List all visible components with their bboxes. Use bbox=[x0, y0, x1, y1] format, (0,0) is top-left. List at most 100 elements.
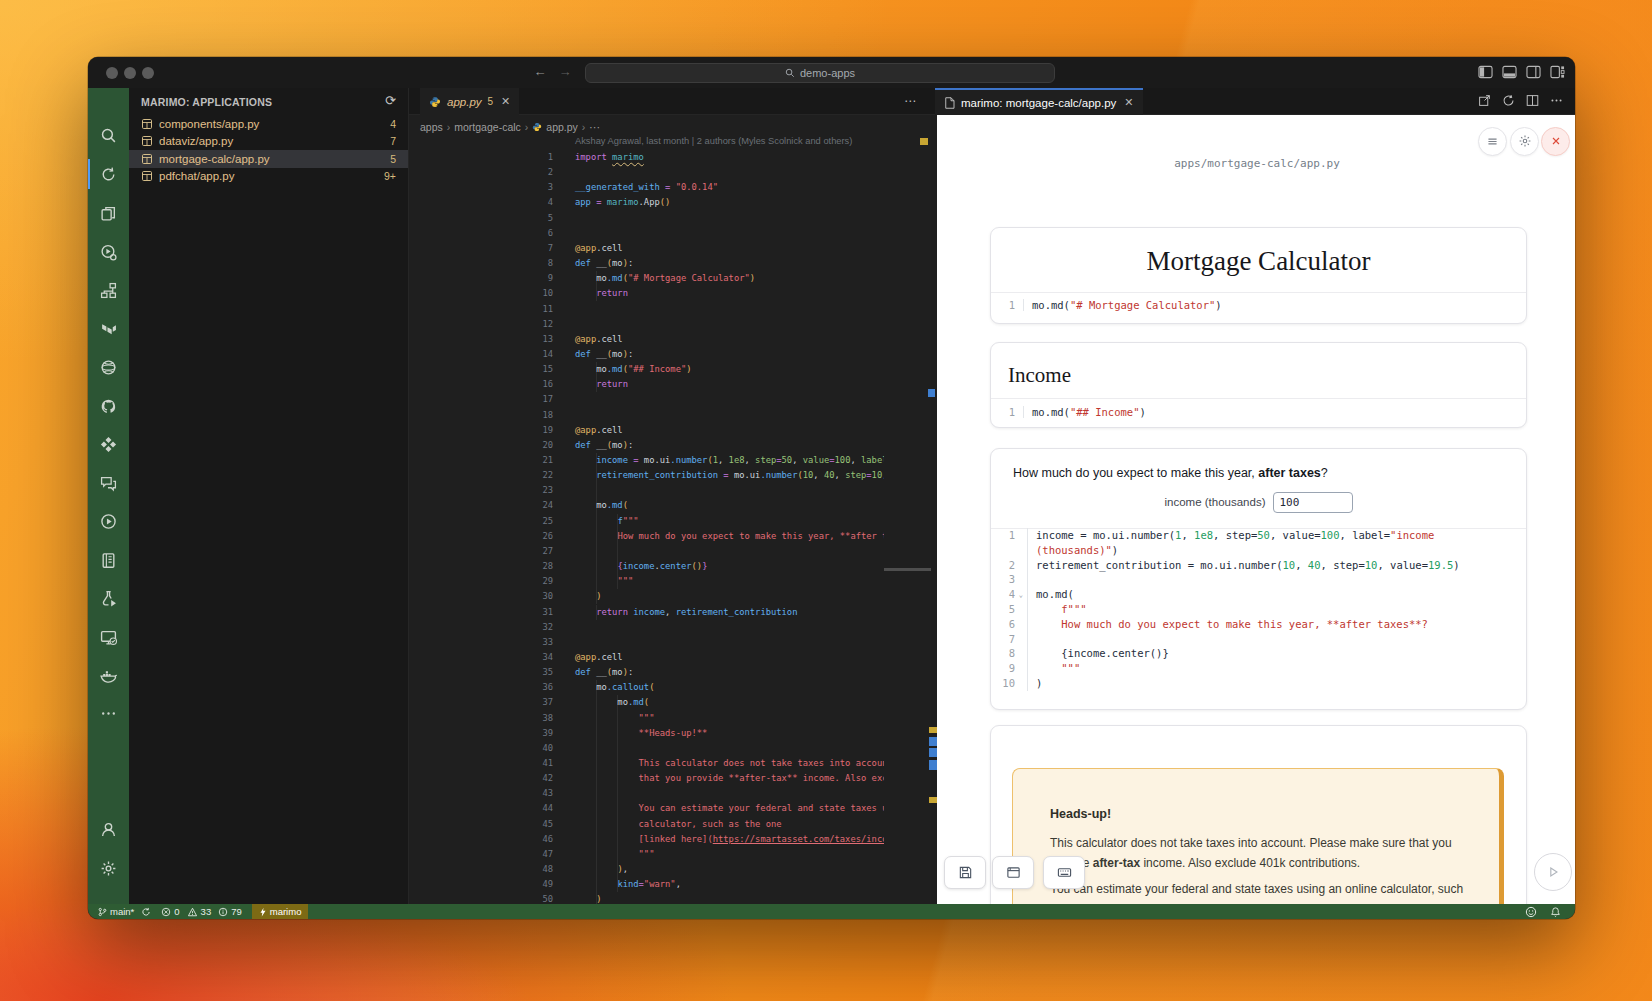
tab-marimo-webview[interactable]: marimo: mortgage-calc/app.py ✕ bbox=[935, 88, 1143, 115]
python-icon bbox=[429, 96, 441, 108]
code-line-50: 50 ) bbox=[409, 892, 884, 904]
command-center-search[interactable]: demo-apps bbox=[585, 63, 1055, 83]
github-icon[interactable] bbox=[88, 391, 129, 421]
code-line-7: 7@app.cell bbox=[409, 241, 884, 256]
list-item-pdfchat-app-py[interactable]: pdfchat/app.py9+ bbox=[129, 168, 408, 186]
docker-icon[interactable] bbox=[88, 661, 129, 691]
cell-code[interactable]: 1mo.md("# Mortgage Calculator") bbox=[991, 299, 1526, 311]
run-tool-icon[interactable] bbox=[88, 237, 129, 267]
code-line-47: 47 """ bbox=[409, 847, 884, 862]
webview-code-line: 8 {income.center()} bbox=[991, 646, 1526, 661]
marimo-status-badge[interactable]: marimo bbox=[252, 904, 309, 919]
back-arrow-icon[interactable]: ← bbox=[531, 64, 549, 79]
tab-close-icon[interactable]: ✕ bbox=[1124, 96, 1133, 109]
cell-code[interactable]: 1mo.md("## Income") bbox=[991, 406, 1526, 418]
customize-layout-icon[interactable] bbox=[1550, 65, 1565, 79]
notebook-file-icon bbox=[141, 153, 153, 165]
zoom-traffic-light[interactable] bbox=[142, 67, 154, 79]
code-line-12: 12 bbox=[409, 317, 884, 332]
forward-arrow-icon[interactable]: → bbox=[556, 64, 574, 79]
code-line-6: 6 bbox=[409, 226, 884, 241]
more-icon[interactable] bbox=[88, 698, 129, 728]
code-line-13: 13@app.cell bbox=[409, 332, 884, 347]
settings-icon[interactable] bbox=[88, 853, 129, 883]
toggle-sidebar-icon[interactable] bbox=[1478, 65, 1493, 79]
code-line-33: 33 bbox=[409, 635, 884, 650]
breadcrumb-item[interactable]: ⋯ bbox=[589, 121, 600, 133]
breadcrumb-item[interactable]: mortgage-calc bbox=[454, 121, 521, 133]
open-external-icon[interactable] bbox=[1478, 94, 1491, 107]
problems-badge: 9+ bbox=[384, 170, 396, 182]
python-icon bbox=[532, 122, 542, 132]
code-line-28: 28 {income.center()} bbox=[409, 559, 884, 574]
test-play-icon[interactable] bbox=[88, 584, 129, 614]
remote-screen-icon[interactable] bbox=[88, 622, 129, 652]
code-line-43: 43 bbox=[409, 786, 884, 801]
problems-badge: 4 bbox=[390, 118, 396, 130]
list-item-components-app-py[interactable]: components/app.py4 bbox=[129, 115, 408, 133]
toggle-secondary-sidebar-icon[interactable] bbox=[1526, 65, 1541, 79]
code-line-30: 30 ) bbox=[409, 589, 884, 604]
notebook-icon[interactable] bbox=[88, 545, 129, 575]
refresh-icon[interactable]: ⟳ bbox=[385, 93, 396, 108]
code-editor[interactable]: 1import marimo23__generated_with = "0.0.… bbox=[409, 150, 884, 904]
comments-icon[interactable] bbox=[88, 468, 129, 498]
webview-code-line: 9 """ bbox=[991, 661, 1526, 676]
code-line-15: 15 mo.md("## Income") bbox=[409, 362, 884, 377]
list-item-dataviz-app-py[interactable]: dataviz/app.py7 bbox=[129, 133, 408, 151]
overview-mark bbox=[920, 138, 928, 145]
code-line-20: 20def __(mo): bbox=[409, 438, 884, 453]
problems-indicator[interactable]: 0 33 79 bbox=[161, 904, 241, 919]
search-icon[interactable] bbox=[88, 120, 129, 150]
settings-button[interactable] bbox=[1510, 127, 1539, 156]
live-preview-icon[interactable] bbox=[88, 507, 129, 537]
reload-icon[interactable] bbox=[1502, 94, 1515, 107]
cell-code[interactable]: 1income = mo.ui.number(1, 1e8, step=50, … bbox=[991, 528, 1526, 691]
terraform-icon[interactable] bbox=[88, 314, 129, 344]
open-window-button[interactable] bbox=[992, 856, 1034, 889]
code-line-32: 32 bbox=[409, 620, 884, 635]
scrollbar-slider[interactable] bbox=[884, 568, 931, 571]
account-icon[interactable] bbox=[88, 814, 129, 844]
editor-actions-overflow[interactable]: ⋯ bbox=[904, 94, 917, 108]
notebook-file-icon bbox=[141, 118, 153, 130]
symbols-icon[interactable] bbox=[88, 276, 129, 306]
git-branch-indicator[interactable]: main* bbox=[98, 904, 151, 919]
close-traffic-light[interactable] bbox=[106, 67, 118, 79]
menu-button[interactable] bbox=[1478, 127, 1507, 156]
list-item-mortgage-calc-app-py[interactable]: mortgage-calc/app.py5 bbox=[129, 150, 408, 168]
income-input[interactable] bbox=[1273, 492, 1353, 513]
tab-close-icon[interactable]: ✕ bbox=[501, 95, 510, 108]
breadcrumb-item[interactable]: apps bbox=[420, 121, 443, 133]
callout-title: Heads-up! bbox=[1050, 807, 1111, 821]
azure-icon[interactable] bbox=[88, 430, 129, 460]
code-line-45: 45 calculator, such as the one bbox=[409, 817, 884, 832]
code-line-49: 49 kind="warn", bbox=[409, 877, 884, 892]
breadcrumb-item[interactable]: app.py bbox=[546, 121, 578, 133]
files-icon[interactable] bbox=[88, 198, 129, 228]
toggle-panel-icon[interactable] bbox=[1502, 65, 1517, 79]
feedback-smiley-icon[interactable] bbox=[1525, 906, 1537, 918]
code-line-2: 2 bbox=[409, 165, 884, 180]
keyboard-shortcuts-button[interactable] bbox=[1043, 856, 1085, 889]
run-app-button[interactable] bbox=[1534, 853, 1572, 891]
overview-mark bbox=[929, 748, 937, 757]
code-line-48: 48 ), bbox=[409, 862, 884, 877]
minimize-traffic-light[interactable] bbox=[124, 67, 136, 79]
code-line-35: 35def __(mo): bbox=[409, 665, 884, 680]
code-line-38: 38 """ bbox=[409, 711, 884, 726]
code-line-46: 46 [linked here](https://smartasset.com/… bbox=[409, 832, 884, 847]
tab-label: app.py bbox=[447, 96, 482, 108]
more-actions-icon[interactable] bbox=[1550, 94, 1563, 107]
code-line-10: 10 return bbox=[409, 286, 884, 301]
bell-icon[interactable] bbox=[1550, 906, 1561, 918]
code-line-37: 37 mo.md( bbox=[409, 695, 884, 710]
shutdown-button[interactable] bbox=[1541, 127, 1570, 156]
breadcrumb[interactable]: apps›mortgage-calc›app.py›⋯ bbox=[420, 119, 600, 135]
tab-app-py[interactable]: app.py 5 ✕ bbox=[420, 88, 519, 115]
marimo-icon[interactable] bbox=[88, 159, 129, 189]
split-editor-icon[interactable] bbox=[1526, 94, 1539, 107]
save-button[interactable] bbox=[944, 856, 986, 889]
hamburger-icon bbox=[1486, 135, 1499, 148]
sphere-icon[interactable] bbox=[88, 353, 129, 383]
